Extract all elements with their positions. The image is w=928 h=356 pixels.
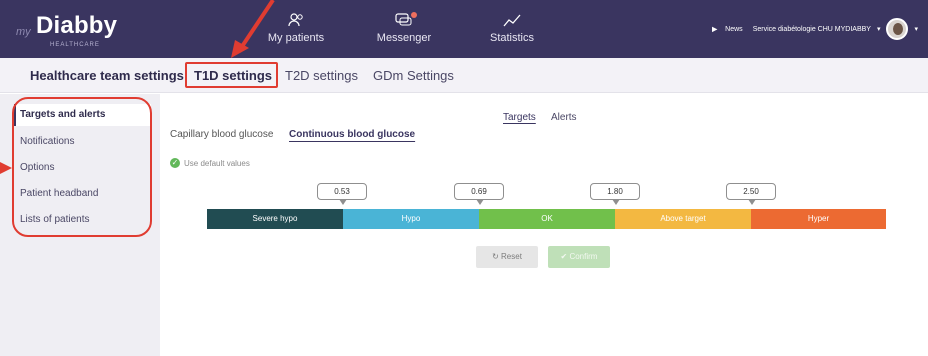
patients-icon (288, 13, 303, 27)
tab-alerts[interactable]: Alerts (551, 112, 577, 123)
highlight-box (185, 62, 278, 88)
megaphone-icon: ► (710, 24, 720, 34)
nav-my-patients[interactable]: My patients (251, 12, 341, 44)
settings-title: Healthcare team settings: (30, 68, 189, 83)
logo-sub: HEALTHCARE (50, 42, 100, 48)
service-selector[interactable]: Service diabétologie CHU MYDIABBY (753, 26, 871, 33)
threshold-marker[interactable]: 0.69 (454, 183, 504, 205)
range-severe-hypo: Severe hypo (207, 209, 343, 229)
nav-statistics[interactable]: Statistics (467, 12, 557, 44)
threshold-marker[interactable]: 0.53 (317, 183, 367, 205)
nav-messenger[interactable]: Messenger (359, 12, 449, 44)
range-label: Above target (660, 214, 706, 223)
tab-gdm-settings[interactable]: GDm Settings (373, 68, 454, 83)
nav-statistics-label: Statistics (489, 32, 534, 44)
reset-label: Reset (501, 252, 522, 261)
notification-dot (411, 12, 417, 18)
statistics-icon (503, 14, 521, 27)
range-hyper: Hyper (751, 209, 886, 229)
logo-name: Diabby (36, 12, 118, 39)
nav-messenger-label: Messenger (376, 32, 432, 44)
use-default-values[interactable]: ✓ Use default values (170, 158, 250, 168)
confirm-label: Confirm (569, 252, 598, 261)
nav-my-patients-label: My patients (267, 32, 325, 44)
top-right-area: ► News Service diabétologie CHU MYDIABBY… (710, 18, 918, 40)
tab-capillary-blood-glucose[interactable]: Capillary blood glucose (170, 129, 273, 140)
news-link[interactable]: News (725, 26, 743, 33)
tab-targets[interactable]: Targets (503, 112, 536, 123)
threshold-marker[interactable]: 2.50 (726, 183, 776, 205)
check-icon: ✔ (560, 252, 568, 261)
avatar[interactable] (886, 18, 909, 40)
logo-prefix: my (16, 26, 31, 38)
range-label: Severe hypo (252, 214, 298, 223)
range-ok: OK (479, 209, 615, 229)
chevron-down-icon[interactable]: ▾ (877, 25, 881, 33)
range-above-target: Above target (615, 209, 751, 229)
tab-continuous-blood-glucose[interactable]: Continuous blood glucose (289, 129, 415, 140)
range-label: Hypo (401, 214, 421, 223)
range-label: OK (541, 214, 553, 223)
check-icon: ✓ (170, 158, 180, 168)
confirm-button[interactable]: ✔ Confirm (548, 246, 610, 268)
highlight-box (12, 97, 152, 237)
use-default-values-label: Use default values (184, 158, 250, 168)
range-hypo: Hypo (343, 209, 479, 229)
reset-button[interactable]: ↻ Reset (476, 246, 538, 268)
reset-icon: ↻ (492, 252, 499, 261)
top-navigation-bar: my Diabby HEALTHCARE My patients Messeng… (0, 0, 928, 58)
tab-t2d-settings[interactable]: T2D settings (285, 68, 358, 83)
threshold-marker[interactable]: 1.80 (590, 183, 640, 205)
settings-header-bar: Healthcare team settings: T1D settings T… (0, 58, 928, 93)
range-label: Hyper (807, 214, 830, 223)
chevron-down-icon[interactable]: ▾ (914, 25, 918, 33)
